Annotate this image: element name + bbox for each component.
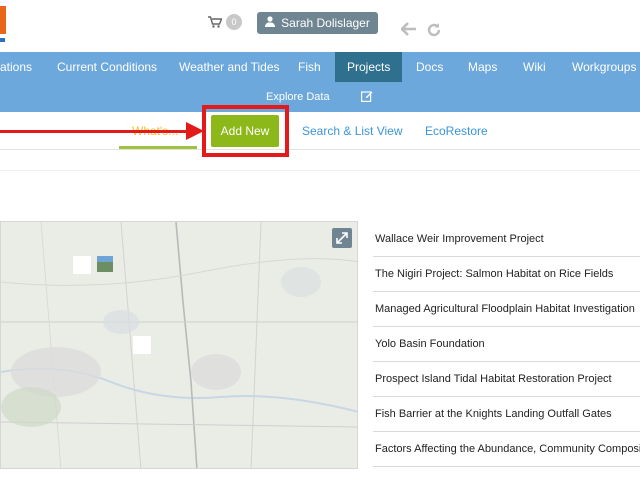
list-item[interactable]: Prospect Island Tidal Habitat Restoratio…	[373, 362, 640, 397]
expand-icon[interactable]	[332, 228, 352, 248]
active-tab-underline	[119, 146, 197, 149]
nav-item-docs[interactable]: Docs	[416, 52, 443, 82]
main-navbar: ations Current Conditions Weather and Ti…	[0, 52, 640, 112]
nav-item-wiki[interactable]: Wiki	[523, 52, 546, 82]
nav-item-weather-and-tides[interactable]: Weather and Tides	[179, 52, 280, 82]
list-item[interactable]: Managed Agricultural Floodplain Habitat …	[373, 292, 640, 327]
map-tiles	[1, 222, 357, 468]
edit-icon[interactable]	[361, 90, 373, 104]
cart-icon	[208, 16, 222, 28]
logo-mark	[0, 38, 5, 42]
nav-item-projects[interactable]: Projects	[335, 52, 403, 82]
back-arrow-icon[interactable]	[400, 22, 417, 43]
project-map[interactable]	[0, 221, 358, 469]
divider	[0, 170, 640, 171]
nav-item-fish[interactable]: Fish	[298, 52, 321, 82]
nav-item-current-conditions[interactable]: Current Conditions	[57, 52, 157, 82]
user-menu-button[interactable]: Sarah Dolislager	[257, 12, 378, 34]
history-controls	[400, 22, 442, 43]
user-icon	[265, 12, 276, 34]
nav-item-stations[interactable]: ations	[0, 52, 32, 82]
project-list: Wallace Weir Improvement Project The Nig…	[373, 222, 640, 467]
list-item[interactable]: Factors Affecting the Abundance, Communi…	[373, 432, 640, 467]
logo-block	[0, 6, 6, 34]
nav-row: ations Current Conditions Weather and Ti…	[0, 52, 640, 82]
cart-button[interactable]: 0	[208, 14, 242, 30]
list-item[interactable]: Wallace Weir Improvement Project	[373, 222, 640, 257]
nav-item-maps[interactable]: Maps	[468, 52, 497, 82]
list-item[interactable]: The Nigiri Project: Salmon Habitat on Ri…	[373, 257, 640, 292]
list-item[interactable]: Yolo Basin Foundation	[373, 327, 640, 362]
site-logo[interactable]	[0, 0, 8, 48]
nav-row-secondary: Explore Data	[0, 83, 640, 111]
tab-search-list-view[interactable]: Search & List View	[302, 124, 403, 138]
cart-count-badge: 0	[226, 14, 242, 30]
tab-ecorestore[interactable]: EcoRestore	[425, 124, 488, 138]
nav-item-workgroups[interactable]: Workgroups	[572, 52, 636, 82]
highlight-box	[202, 105, 289, 157]
pointer-arrow-head	[186, 122, 204, 140]
top-header: 0 Sarah Dolislager	[0, 0, 640, 52]
user-name: Sarah Dolislager	[281, 16, 370, 30]
pointer-arrow-line	[0, 130, 190, 133]
refresh-icon[interactable]	[426, 22, 442, 43]
list-item[interactable]: Fish Barrier at the Knights Landing Outf…	[373, 397, 640, 432]
